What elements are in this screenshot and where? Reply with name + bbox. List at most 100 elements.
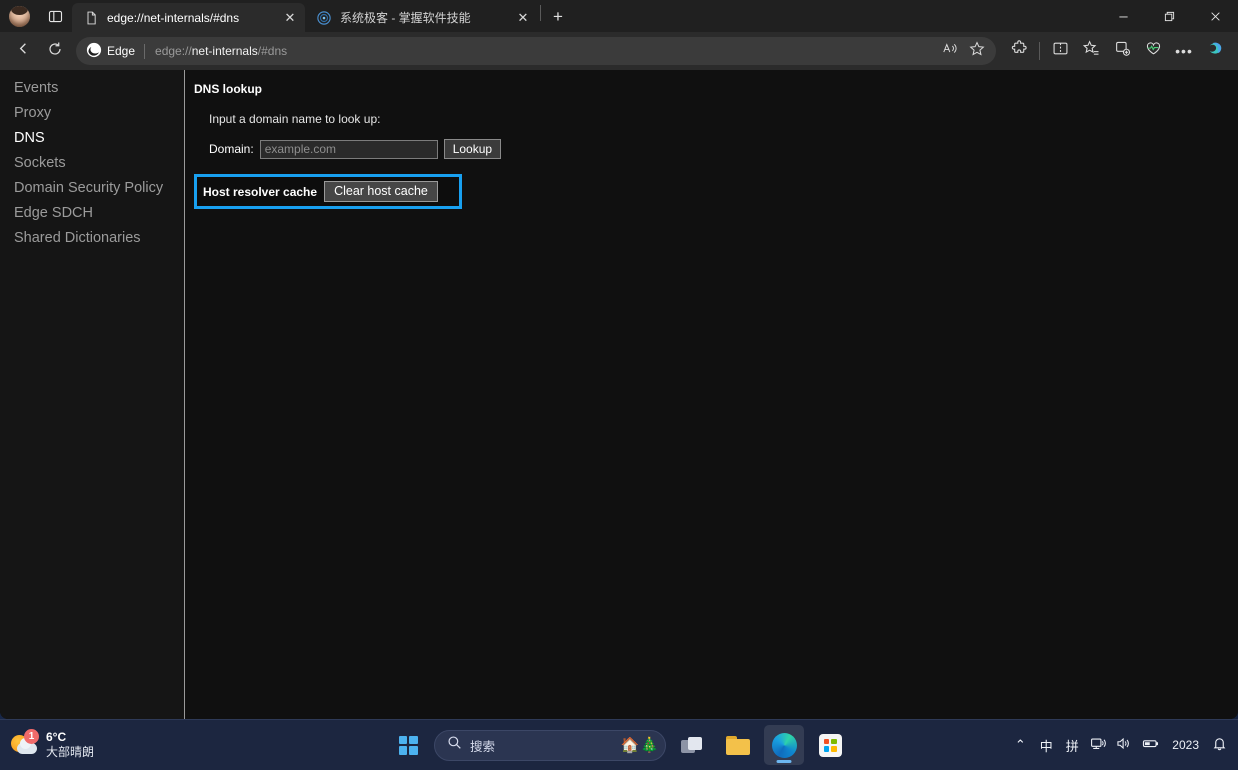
page-body: Events Proxy DNS Sockets Domain Security… <box>0 70 1238 719</box>
gingerbread-house-icon: 🏠 <box>620 736 640 754</box>
tab-title: 系统极客 - 掌握软件技能 <box>340 10 471 25</box>
sidebar-item-shared-dictionaries[interactable]: Shared Dictionaries <box>0 226 184 251</box>
add-favorite-button[interactable] <box>963 38 990 64</box>
tab-strip: edge://net-internals/#dns ✕ 系统极客 - 掌握软件技… <box>0 0 1238 32</box>
ime-pinyin-indicator[interactable]: 拼 <box>1059 726 1085 764</box>
task-view-icon <box>681 736 703 754</box>
weather-temperature: 6°C <box>46 730 67 744</box>
task-view-button[interactable] <box>672 725 712 765</box>
domain-input[interactable] <box>259 139 438 159</box>
windows-start-icon <box>398 735 418 755</box>
weather-text: 6°C 大部晴朗 <box>46 730 94 760</box>
network-button[interactable] <box>1085 726 1111 764</box>
extensions-button[interactable] <box>1004 36 1034 66</box>
omnibox-actions <box>936 38 990 64</box>
christmas-tree-icon: 🎄 <box>640 736 659 754</box>
tab-item-inactive[interactable]: 系统极客 - 掌握软件技能 ✕ <box>305 3 538 32</box>
clock-year[interactable]: 2023 <box>1165 726 1206 764</box>
tab-title: edge://net-internals/#dns <box>107 10 240 25</box>
extensions-puzzle-icon <box>1011 40 1028 62</box>
battery-icon <box>1142 736 1160 754</box>
collections-icon <box>1114 40 1131 62</box>
minimize-button[interactable] <box>1100 0 1146 32</box>
sidebar-item-dns[interactable]: DNS <box>0 126 184 151</box>
ime-mode-indicator[interactable]: 中 <box>1033 726 1059 764</box>
microsoft-store-icon <box>818 733 842 757</box>
net-internals-sidebar: Events Proxy DNS Sockets Domain Security… <box>0 70 185 719</box>
file-explorer-button[interactable] <box>718 725 758 765</box>
weather-widget[interactable]: 1 6°C 大部晴朗 <box>0 729 200 760</box>
sidebar-item-proxy[interactable]: Proxy <box>0 101 184 126</box>
copilot-button[interactable] <box>1200 36 1230 66</box>
edge-logo-icon <box>86 42 102 61</box>
tab-actions-icon <box>48 9 63 24</box>
url-main: net-internals <box>191 44 258 58</box>
microsoft-store-button[interactable] <box>810 725 850 765</box>
tab-actions-button[interactable] <box>38 0 72 32</box>
tab-divider <box>540 5 541 21</box>
split-screen-icon <box>1052 40 1069 62</box>
favorites-icon <box>1082 40 1100 62</box>
host-resolver-cache-section: Host resolver cache Clear host cache <box>194 174 462 209</box>
bell-icon <box>1212 736 1227 754</box>
back-arrow-icon <box>15 40 32 62</box>
dns-panel: DNS lookup Input a domain name to look u… <box>185 70 1238 719</box>
lookup-hint: Input a domain name to look up: <box>209 112 381 126</box>
refresh-button[interactable] <box>40 36 70 66</box>
split-screen-button[interactable] <box>1045 36 1075 66</box>
read-aloud-button[interactable] <box>936 38 963 64</box>
sidebar-item-domain-security-policy[interactable]: Domain Security Policy <box>0 176 184 201</box>
profile-button[interactable] <box>0 0 38 32</box>
url-suffix: /#dns <box>257 44 288 58</box>
dns-lookup-form: Input a domain name to look up: Domain: … <box>194 112 1238 159</box>
address-bar[interactable]: Edge edge://net-internals/#dns <box>76 37 996 65</box>
collections-button[interactable] <box>1107 36 1137 66</box>
edge-brand-label: Edge <box>107 44 136 58</box>
volume-icon <box>1116 736 1132 754</box>
tab-close-button[interactable]: ✕ <box>514 9 532 27</box>
sun-cloud-icon: 1 <box>10 729 39 758</box>
sidebar-item-edge-sdch[interactable]: Edge SDCH <box>0 201 184 226</box>
more-button[interactable]: ••• <box>1169 36 1199 66</box>
edge-icon <box>771 732 797 758</box>
favorites-button[interactable] <box>1076 36 1106 66</box>
browser-essentials-button[interactable] <box>1138 36 1168 66</box>
read-aloud-icon <box>942 41 958 61</box>
lookup-button[interactable]: Lookup <box>443 139 502 159</box>
notifications-button[interactable] <box>1206 726 1232 764</box>
search-decoration-icons: 🏠 🎄 <box>621 738 659 753</box>
file-explorer-icon <box>726 735 750 755</box>
start-button[interactable] <box>388 725 428 765</box>
new-tab-button[interactable]: + <box>543 3 573 31</box>
toolbar-divider <box>1039 42 1040 60</box>
tab-close-button[interactable]: ✕ <box>281 9 299 27</box>
edge-taskbar-button[interactable] <box>764 725 804 765</box>
tray-overflow-button[interactable]: ⌃ <box>1007 726 1033 764</box>
browser-essentials-icon <box>1145 40 1162 62</box>
host-resolver-cache-label: Host resolver cache <box>203 184 318 199</box>
url-text: edge://net-internals/#dns <box>145 44 936 58</box>
site-favicon <box>316 10 332 26</box>
close-button[interactable] <box>1192 0 1238 32</box>
weather-description: 大部晴朗 <box>46 745 95 759</box>
domain-row: Domain: Lookup <box>209 139 1238 159</box>
clear-host-cache-button[interactable]: Clear host cache <box>324 181 438 202</box>
window-controls <box>1100 0 1238 32</box>
search-placeholder: 搜索 <box>470 739 496 754</box>
browser-window: edge://net-internals/#dns ✕ 系统极客 - 掌握软件技… <box>0 0 1238 719</box>
tab-item-active[interactable]: edge://net-internals/#dns ✕ <box>72 3 305 32</box>
sidebar-item-events[interactable]: Events <box>0 76 184 101</box>
back-button[interactable] <box>8 36 38 66</box>
taskbar-search[interactable]: 搜索 🏠 🎄 <box>434 729 666 761</box>
sidebar-item-sockets[interactable]: Sockets <box>0 151 184 176</box>
restore-button[interactable] <box>1146 0 1192 32</box>
star-icon <box>968 40 985 62</box>
battery-button[interactable] <box>1137 726 1165 764</box>
search-icon <box>447 735 462 755</box>
domain-label: Domain: <box>209 142 254 156</box>
taskbar-center: 搜索 🏠 🎄 <box>388 725 850 765</box>
windows-taskbar: 1 6°C 大部晴朗 搜索 🏠 🎄 ⌃ 中 拼 2023 <box>0 719 1238 770</box>
browser-toolbar: Edge edge://net-internals/#dns ••• <box>0 32 1238 70</box>
refresh-icon <box>47 41 63 62</box>
volume-button[interactable] <box>1111 726 1137 764</box>
